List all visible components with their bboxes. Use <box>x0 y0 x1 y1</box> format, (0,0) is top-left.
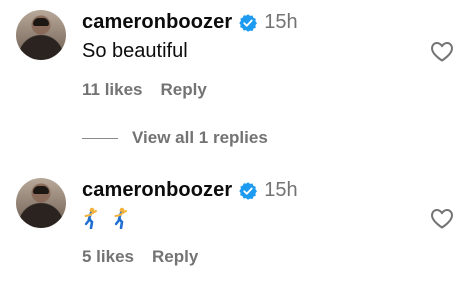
verified-badge-icon <box>239 181 258 200</box>
replies-divider <box>82 137 118 139</box>
likes-count[interactable]: 11 likes <box>82 80 143 100</box>
comment-meta: 11 likes Reply <box>82 80 207 100</box>
dancing-man-emoji-icon <box>84 207 97 229</box>
username[interactable]: cameronboozer <box>82 179 232 202</box>
verified-badge-icon <box>239 13 258 32</box>
view-replies-button[interactable]: View all 1 replies <box>82 128 268 148</box>
comment-header: cameronboozer 15h <box>82 11 298 34</box>
timestamp: 15h <box>264 179 298 201</box>
heart-icon[interactable] <box>430 40 454 62</box>
reply-button[interactable]: Reply <box>152 247 198 267</box>
avatar[interactable] <box>16 10 66 60</box>
dancing-man-emoji-icon <box>114 207 127 229</box>
comment-header: cameronboozer 15h <box>82 179 298 202</box>
likes-count[interactable]: 5 likes <box>82 247 134 267</box>
reply-button[interactable]: Reply <box>161 80 207 100</box>
heart-icon[interactable] <box>430 207 454 229</box>
avatar-hair <box>33 186 49 194</box>
comment-text: So beautiful <box>82 40 188 62</box>
avatar-hair <box>33 18 49 26</box>
view-replies-label: View all 1 replies <box>132 128 268 147</box>
avatar[interactable] <box>16 178 66 228</box>
comment-text <box>82 207 142 235</box>
username[interactable]: cameronboozer <box>82 11 232 34</box>
timestamp: 15h <box>264 11 298 33</box>
comment-meta: 5 likes Reply <box>82 247 198 267</box>
